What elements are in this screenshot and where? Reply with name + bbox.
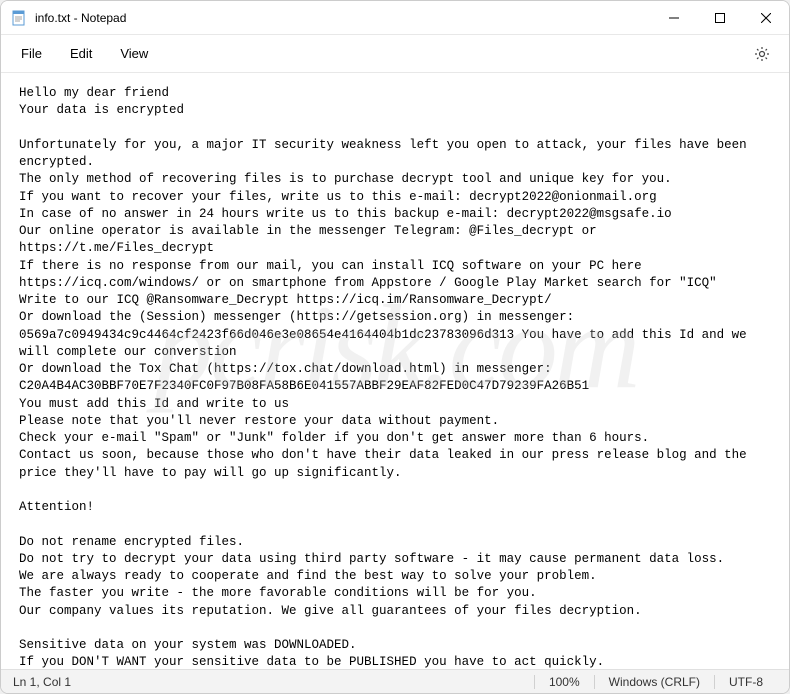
menu-file[interactable]: File [7, 40, 56, 67]
gear-icon [754, 46, 770, 62]
maximize-button[interactable] [697, 1, 743, 34]
encoding: UTF-8 [715, 675, 777, 689]
menu-edit[interactable]: Edit [56, 40, 106, 67]
maximize-icon [715, 13, 725, 23]
minimize-button[interactable] [651, 1, 697, 34]
statusbar: Ln 1, Col 1 100% Windows (CRLF) UTF-8 [1, 669, 789, 693]
zoom-level: 100% [535, 675, 594, 689]
window-controls [651, 1, 789, 34]
cursor-position: Ln 1, Col 1 [13, 675, 534, 689]
menu-view[interactable]: View [106, 40, 162, 67]
close-button[interactable] [743, 1, 789, 34]
window-title: info.txt - Notepad [35, 11, 651, 25]
text-content[interactable]: Hello my dear friend Your data is encryp… [1, 73, 789, 669]
minimize-icon [669, 13, 679, 23]
titlebar: info.txt - Notepad [1, 1, 789, 35]
menubar: File Edit View [1, 35, 789, 73]
settings-button[interactable] [745, 37, 779, 71]
notepad-window: info.txt - Notepad File Edit Vi [0, 0, 790, 694]
close-icon [761, 13, 771, 23]
line-ending: Windows (CRLF) [595, 675, 714, 689]
notepad-icon [11, 10, 27, 26]
